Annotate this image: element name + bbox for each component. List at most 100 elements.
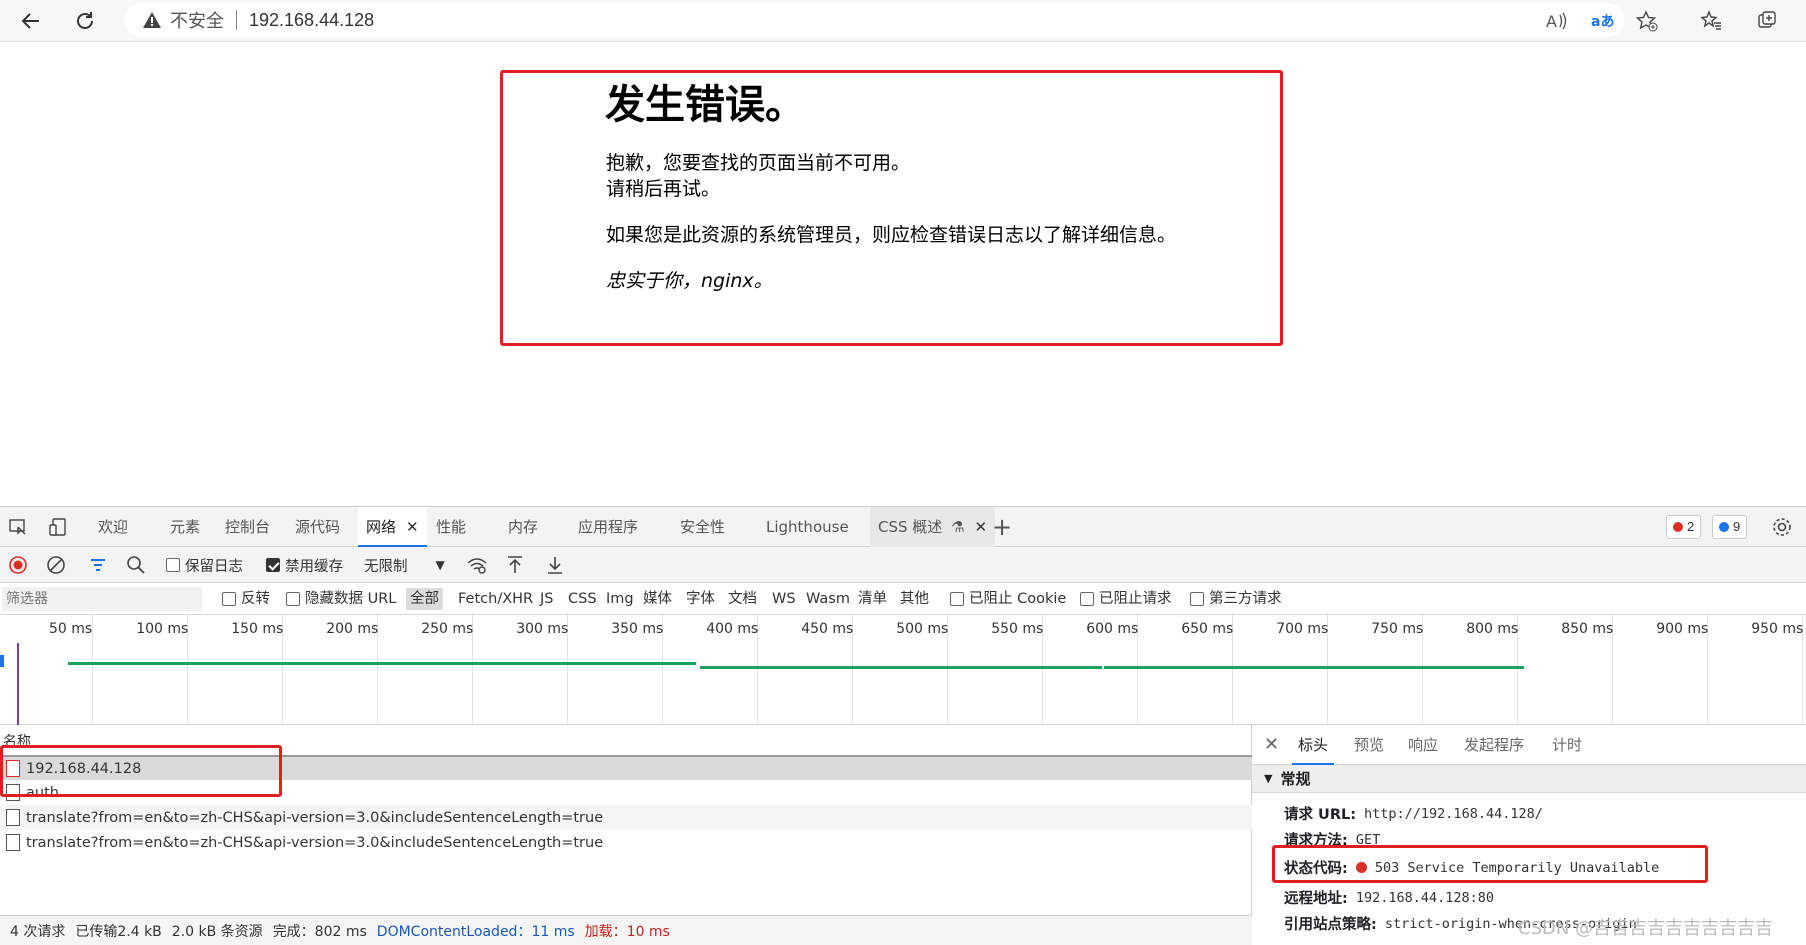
request-list: 名称 192.168.44.128 auth translate?from=en… xyxy=(0,725,1252,945)
collections-button[interactable] xyxy=(1750,4,1784,38)
summary-dcl-value: 11 ms xyxy=(531,923,575,940)
inspect-icon xyxy=(9,519,26,535)
timeline-tick-label: 350 ms xyxy=(611,621,664,637)
tab-elements[interactable]: 元素 xyxy=(170,507,200,547)
upload-icon xyxy=(508,556,522,573)
filter-type-doc[interactable]: 文档 xyxy=(728,588,757,610)
invert-checkbox[interactable]: 反转 xyxy=(222,588,270,610)
message-badge[interactable]: 9 xyxy=(1712,515,1748,539)
tab-lighthouse[interactable]: Lighthouse xyxy=(766,507,849,547)
filter-type-other[interactable]: 其他 xyxy=(900,588,929,610)
filter-type-font[interactable]: 字体 xyxy=(686,588,715,610)
add-tab-icon[interactable]: + xyxy=(992,507,1012,547)
close-icon[interactable]: ✕ xyxy=(975,518,988,536)
checkbox-checked xyxy=(266,558,280,572)
timeline-tick-label: 900 ms xyxy=(1656,621,1709,637)
tab-response[interactable]: 响应 xyxy=(1408,725,1438,765)
tab-application[interactable]: 应用程序 xyxy=(578,507,638,547)
throttle-select[interactable]: 无限制 ▼ xyxy=(364,553,445,577)
search-button[interactable] xyxy=(126,553,146,577)
tab-css-overview[interactable]: CSS 概述 ⚗ ✕ xyxy=(870,507,996,547)
filter-type-wasm[interactable]: Wasm xyxy=(806,588,850,610)
request-row[interactable]: translate?from=en&to=zh-CHS&api-version=… xyxy=(0,830,1252,855)
url-text: 192.168.44.128 xyxy=(249,9,375,30)
summary-load: 加载：10 ms xyxy=(585,921,670,941)
import-har-button[interactable] xyxy=(506,553,524,577)
filter-type-js[interactable]: JS xyxy=(540,588,553,610)
translate-button[interactable]: aあ xyxy=(1586,4,1620,38)
tab-preview[interactable]: 预览 xyxy=(1354,725,1384,765)
refresh-button[interactable] xyxy=(68,4,102,38)
devtools-panel: 欢迎 元素 控制台 源代码 网络 ✕ 性能 内存 应用程序 安全性 Lightho… xyxy=(0,506,1806,945)
tab-performance[interactable]: 性能 xyxy=(436,507,466,547)
summary-requests: 4 次请求 xyxy=(10,923,66,940)
export-har-button[interactable] xyxy=(546,553,564,577)
tab-headers[interactable]: 标头 xyxy=(1292,725,1335,765)
device-emulation-button[interactable] xyxy=(42,511,74,543)
document-icon xyxy=(6,809,20,826)
clear-button[interactable] xyxy=(46,553,66,577)
filter-toggle-button[interactable] xyxy=(88,553,108,577)
address-separator xyxy=(236,10,237,30)
tab-timing[interactable]: 计时 xyxy=(1552,725,1582,765)
error-badge[interactable]: 2 xyxy=(1666,515,1702,539)
tab-memory[interactable]: 内存 xyxy=(508,507,538,547)
request-row[interactable]: translate?from=en&to=zh-CHS&api-version=… xyxy=(0,805,1252,830)
remote-address-row: 远程地址: 192.168.44.128:80 xyxy=(1284,887,1494,908)
triangle-down-icon: ▼ xyxy=(1264,772,1273,785)
disable-cache-label: 禁用缓存 xyxy=(285,558,343,575)
tab-network[interactable]: 网络 ✕ xyxy=(358,507,427,547)
request-url-label: 请求 URL: xyxy=(1284,807,1357,823)
error-line-retry: 请稍后再试。 xyxy=(606,178,721,200)
summary-dcl: DOMContentLoaded：11 ms xyxy=(377,921,575,941)
star-add-icon xyxy=(1636,10,1658,32)
favorites-button[interactable] xyxy=(1694,4,1728,38)
timeline-tick-label: 100 ms xyxy=(136,621,189,637)
filter-type-ws[interactable]: WS xyxy=(772,588,796,610)
add-favorite-button[interactable] xyxy=(1630,4,1664,38)
summary-resources: 2.0 kB 条资源 xyxy=(171,923,263,940)
disable-cache-checkbox[interactable]: 禁用缓存 xyxy=(266,553,343,577)
blocked-requests-label: 已阻止请求 xyxy=(1099,591,1172,607)
device-icon xyxy=(49,518,66,536)
filter-type-manifest[interactable]: 清单 xyxy=(858,588,887,610)
timeline-tick-label: 550 ms xyxy=(991,621,1044,637)
blocked-requests-checkbox[interactable]: 已阻止请求 xyxy=(1080,588,1172,610)
experiment-icon: ⚗ xyxy=(951,518,965,536)
settings-button[interactable] xyxy=(1766,511,1798,543)
third-party-checkbox[interactable]: 第三方请求 xyxy=(1190,588,1282,610)
general-section-header[interactable]: ▼ 常规 xyxy=(1252,765,1806,793)
close-icon[interactable]: ✕ xyxy=(1264,725,1279,765)
timeline-overview[interactable]: 50 ms 100 ms 150 ms 200 ms 250 ms 300 ms 350 m… xyxy=(0,615,1806,725)
record-button[interactable] xyxy=(8,553,28,577)
hide-data-urls-checkbox[interactable]: 隐藏数据 URL xyxy=(286,588,396,610)
filter-type-all[interactable]: 全部 xyxy=(406,588,443,610)
tab-security[interactable]: 安全性 xyxy=(680,507,725,547)
tab-console[interactable]: 控制台 xyxy=(225,507,270,547)
close-icon[interactable]: ✕ xyxy=(406,518,419,536)
tab-sources[interactable]: 源代码 xyxy=(295,507,340,547)
invert-label: 反转 xyxy=(241,591,270,607)
address-bar[interactable]: 不安全 192.168.44.128 xyxy=(124,3,1624,37)
tab-welcome[interactable]: 欢迎 xyxy=(98,507,128,547)
hide-data-urls-label: 隐藏数据 URL xyxy=(305,591,397,607)
filter-type-css[interactable]: CSS xyxy=(568,588,597,610)
status-highlight-box xyxy=(1272,845,1708,883)
filter-input[interactable] xyxy=(2,587,202,611)
filter-type-img[interactable]: Img xyxy=(606,588,634,610)
filter-type-media[interactable]: 媒体 xyxy=(643,588,672,610)
filter-type-fetch[interactable]: Fetch/XHR xyxy=(458,588,533,610)
read-aloud-button[interactable]: A xyxy=(1540,4,1574,38)
preserve-log-checkbox[interactable]: 保留日志 xyxy=(166,553,243,577)
timeline-bar xyxy=(700,666,1102,669)
inspect-button[interactable] xyxy=(2,511,34,543)
error-title: 发生错误。 xyxy=(605,82,805,128)
checkbox xyxy=(1080,592,1094,606)
blocked-cookies-checkbox[interactable]: 已阻止 Cookie xyxy=(950,588,1066,610)
tab-initiator[interactable]: 发起程序 xyxy=(1464,725,1524,765)
error-line-admin: 如果您是此资源的系统管理员，则应检查错误日志以了解详细信息。 xyxy=(606,224,1177,246)
request-detail-panel: ✕ 标头 预览 响应 发起程序 计时 ▼ 常规 请求 URL: http://1… xyxy=(1252,725,1806,945)
back-button[interactable] xyxy=(14,4,48,38)
request-name: translate?from=en&to=zh-CHS&api-version=… xyxy=(26,834,604,851)
network-conditions-button[interactable] xyxy=(466,553,488,577)
